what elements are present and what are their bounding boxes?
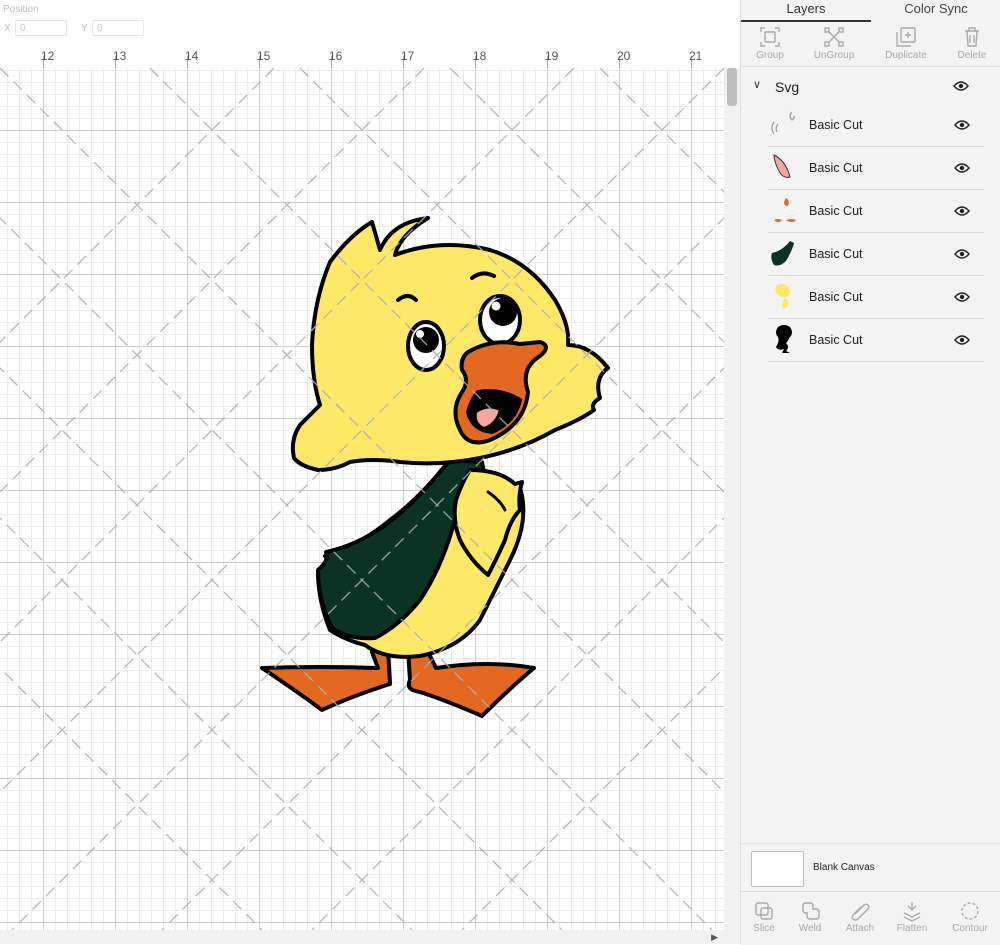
horizontal-scrollbar[interactable]: ▶ xyxy=(0,930,740,944)
layer-thumbnail xyxy=(771,241,794,266)
flatten-icon xyxy=(903,902,921,922)
slice-label: Slice xyxy=(753,923,775,934)
ruler-label: 13 xyxy=(113,49,127,63)
eye-icon[interactable] xyxy=(954,334,970,346)
group-button[interactable]: Group xyxy=(739,26,801,61)
ruler-label: 12 xyxy=(41,49,55,63)
layer-thumbnail xyxy=(773,154,791,178)
y-axis-label: Y xyxy=(81,23,88,34)
layer-name: Basic Cut xyxy=(809,204,863,218)
duplicate-button[interactable]: Duplicate xyxy=(875,26,937,61)
layer-thumbnail xyxy=(774,198,796,222)
x-axis-label: X xyxy=(4,23,11,34)
y-position-field[interactable]: 0 xyxy=(92,20,144,36)
design-space: Position X 0 Y 0 12 13 14 15 16 17 18 19… xyxy=(0,0,1000,945)
scroll-right-arrow-icon[interactable]: ▶ xyxy=(711,932,718,943)
ruler-label: 16 xyxy=(329,49,343,63)
blank-canvas-label: Blank Canvas xyxy=(813,862,875,873)
panel-tabs: Layers Color Sync xyxy=(741,0,1000,22)
ruler-label: 18 xyxy=(473,49,487,63)
ruler-label: 20 xyxy=(617,49,631,63)
tab-color-sync[interactable]: Color Sync xyxy=(871,0,1000,20)
attach-label: Attach xyxy=(845,923,875,934)
layer-row[interactable]: Basic Cut xyxy=(768,147,984,190)
blank-canvas-row[interactable]: Blank Canvas xyxy=(741,843,1000,892)
layer-thumbnail xyxy=(775,284,790,308)
contour-button[interactable]: Contour xyxy=(945,900,995,934)
layer-row[interactable]: Basic Cut xyxy=(768,104,984,147)
bottom-toolbar: Slice Weld Attach Flatten Contour xyxy=(741,891,1000,945)
slice-icon xyxy=(755,902,773,920)
ruler-label: 17 xyxy=(401,49,415,63)
layer-thumbnail xyxy=(771,111,795,135)
vertical-scrollbar[interactable] xyxy=(724,68,740,930)
weld-button[interactable]: Weld xyxy=(785,900,835,934)
layer-toolbar: Group UnGroup Duplicate Delete xyxy=(741,20,1000,67)
layer-row[interactable]: Basic Cut xyxy=(768,190,984,233)
layer-row[interactable]: Basic Cut xyxy=(768,319,984,362)
layer-row[interactable]: Basic Cut xyxy=(768,233,984,276)
layer-group-svg[interactable]: ∨ Svg xyxy=(741,66,1000,104)
duplicate-label: Duplicate xyxy=(885,50,927,61)
layer-thumbnail xyxy=(776,325,792,353)
contour-icon xyxy=(961,902,979,920)
trash-icon xyxy=(965,27,979,47)
scrollbar-thumb[interactable] xyxy=(727,68,737,106)
ruler-label: 21 xyxy=(689,49,703,63)
delete-label: Delete xyxy=(957,50,987,61)
paperclip-icon xyxy=(851,903,870,921)
ruler-label: 19 xyxy=(545,49,559,63)
eye-icon[interactable] xyxy=(954,205,970,217)
layers-panel: Layers Color Sync Group UnGroup Duplicat… xyxy=(740,0,1000,945)
delete-button[interactable]: Delete xyxy=(941,26,1000,61)
tab-layers[interactable]: Layers xyxy=(741,0,871,22)
weld-label: Weld xyxy=(798,923,822,934)
layer-name: Basic Cut xyxy=(809,118,863,132)
group-name: Svg xyxy=(775,79,800,95)
weld-icon xyxy=(802,902,820,920)
ruler-label: 15 xyxy=(257,49,271,63)
contour-label: Contour xyxy=(952,923,988,934)
slice-button[interactable]: Slice xyxy=(739,900,789,934)
eye-icon[interactable] xyxy=(954,291,970,303)
group-icon xyxy=(760,27,780,47)
ruler-label: 14 xyxy=(185,49,199,63)
eye-icon[interactable] xyxy=(953,80,969,92)
chevron-down-icon[interactable]: ∨ xyxy=(753,78,761,91)
layer-row[interactable]: Basic Cut xyxy=(768,276,984,319)
horizontal-ruler: 12 13 14 15 16 17 18 19 20 21 xyxy=(0,46,724,69)
eye-icon[interactable] xyxy=(954,119,970,131)
duplicate-icon xyxy=(896,27,916,47)
layer-name: Basic Cut xyxy=(809,333,863,347)
eye-icon[interactable] xyxy=(954,248,970,260)
canvas-swatch[interactable] xyxy=(751,851,804,887)
layer-name: Basic Cut xyxy=(809,161,863,175)
ungroup-icon xyxy=(824,27,844,47)
ungroup-button[interactable]: UnGroup xyxy=(803,26,865,61)
design-canvas[interactable] xyxy=(0,68,724,930)
eye-icon[interactable] xyxy=(954,162,970,174)
layer-name: Basic Cut xyxy=(809,247,863,261)
position-label: Position xyxy=(3,4,39,15)
ungroup-label: UnGroup xyxy=(813,50,855,61)
duck-artwork[interactable] xyxy=(0,68,724,930)
x-position-field[interactable]: 0 xyxy=(15,20,67,36)
position-toolbar: Position X 0 Y 0 xyxy=(0,0,740,46)
layer-name: Basic Cut xyxy=(809,290,863,304)
flatten-label: Flatten xyxy=(896,923,928,934)
group-label: Group xyxy=(756,50,784,61)
flatten-button[interactable]: Flatten xyxy=(887,900,937,934)
attach-button[interactable]: Attach xyxy=(835,900,885,934)
